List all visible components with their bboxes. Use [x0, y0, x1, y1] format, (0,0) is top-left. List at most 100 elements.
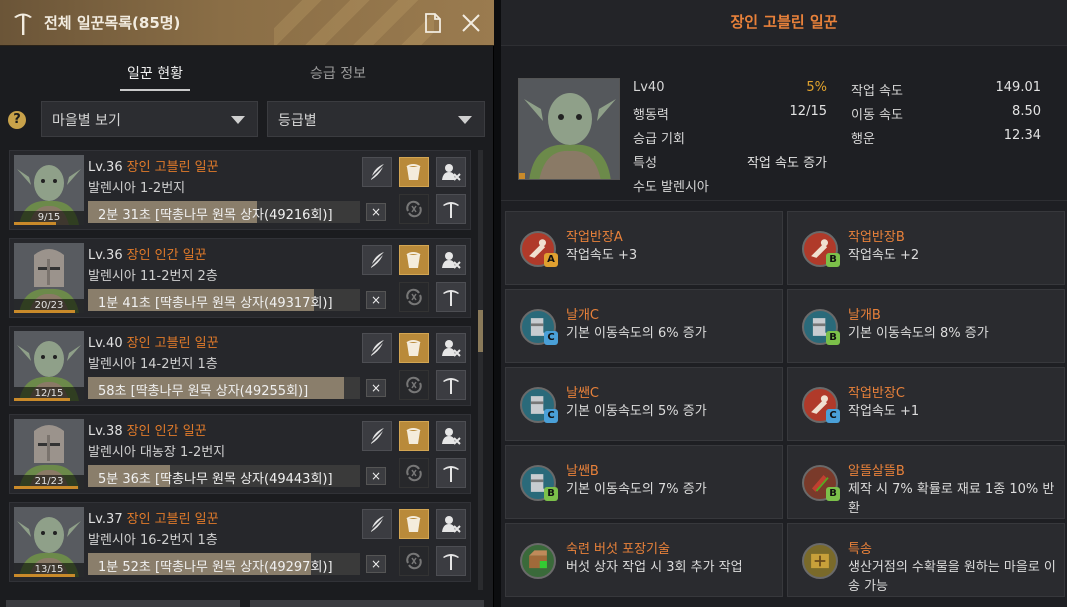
worker-level-line: Lv.40 장인 고블린 일꾼 [88, 332, 219, 351]
worker-level: Lv.38 [88, 424, 123, 439]
cancel-task-button[interactable]: × [366, 379, 386, 397]
grade-marker [519, 173, 525, 179]
skill-name: 날쌘B [566, 464, 599, 479]
worker-card[interactable]: 20/23 Lv.36 장인 인간 일꾼 발렌시아 11-2번지 2층 1분 41초 [… [9, 238, 471, 318]
pointing-hand-icon: B [802, 231, 840, 267]
boot-icon: C [520, 309, 558, 345]
skill-grade-badge: C [544, 331, 558, 345]
skill-name: 날개B [848, 308, 881, 323]
worker-level-line: Lv.36 장인 고블린 일꾼 [88, 156, 219, 175]
goblin-portrait-icon [519, 79, 619, 179]
fire-worker-icon[interactable] [436, 333, 466, 363]
worker-portrait [518, 78, 620, 180]
skill-card[interactable]: B 작업반장B 작업속도 +2 [787, 211, 1065, 285]
fire-worker-icon[interactable] [436, 245, 466, 275]
feed-cup-icon[interactable] [399, 509, 429, 539]
repeat-icon[interactable] [399, 194, 429, 224]
repeat-icon[interactable] [399, 370, 429, 400]
bottom-button-left[interactable] [6, 600, 240, 607]
worker-portrait: 13/15 [14, 507, 84, 577]
stamina-bar [14, 222, 56, 225]
worker-level-line: Lv.37 장인 고블린 일꾼 [88, 508, 219, 527]
luck-value: 12.34 [1003, 128, 1041, 143]
pickaxe-icon[interactable] [436, 282, 466, 312]
stamina-bar [14, 398, 70, 401]
skill-card[interactable]: B 날개B 기본 이동속도의 8% 증가 [787, 289, 1065, 363]
boot-icon: C [520, 387, 558, 423]
level-value: Lv40 [633, 80, 665, 95]
repeat-icon[interactable] [399, 282, 429, 312]
feather-icon[interactable] [362, 157, 392, 187]
worker-level: Lv.36 [88, 248, 123, 263]
skill-description: 생산거점의 수확물을 원하는 마을로 이송 가능 [848, 560, 1056, 594]
worker-location: 발렌시아 16-2번지 1층 [88, 533, 218, 548]
cancel-task-button[interactable]: × [366, 291, 386, 309]
skill-name: 작업반장A [566, 230, 623, 245]
worker-level: Lv.36 [88, 160, 123, 175]
skill-description: 작업속도 +3 [566, 248, 638, 263]
document-icon[interactable] [424, 13, 442, 33]
skill-grade-badge: B [826, 487, 840, 501]
grade-filter-dropdown[interactable]: 등급별 [267, 101, 485, 137]
skill-card[interactable]: C 날쌘C 기본 이동속도의 5% 증가 [505, 367, 783, 441]
skill-card[interactable]: A 작업반장A 작업속도 +3 [505, 211, 783, 285]
feather-icon[interactable] [362, 245, 392, 275]
stamina-bar [14, 486, 78, 489]
worker-card[interactable]: 9/15 Lv.36 장인 고블린 일꾼 발렌시아 1-2번지 2분 31초 [딱총나무… [9, 150, 471, 230]
skill-name: 작업반장C [848, 386, 905, 401]
worker-location: 발렌시아 11-2번지 2층 [88, 269, 218, 284]
feather-icon[interactable] [362, 509, 392, 539]
skill-card[interactable]: C 날개C 기본 이동속도의 6% 증가 [505, 289, 783, 363]
worker-card[interactable]: 21/23 Lv.38 장인 인간 일꾼 발렌시아 대농장 1-2번지 5분 36초 [… [9, 414, 471, 494]
window-title: 전체 일꾼목록(85명) [44, 14, 181, 32]
village-filter-dropdown[interactable]: 마을별 보기 [41, 101, 258, 137]
skill-card[interactable]: 숙련 버섯 포장기술 버섯 상자 작업 시 3회 추가 작업 [505, 523, 783, 597]
skill-card[interactable]: C 작업반장C 작업속도 +1 [787, 367, 1065, 441]
skill-grade-badge: C [544, 409, 558, 423]
task-progress: 1분 52초 [딱총나무 원목 상자(49297회)] [88, 553, 360, 575]
skill-card[interactable]: B 알뜰살뜰B 제작 시 7% 확률로 재료 1종 10% 반환 [787, 445, 1065, 519]
fire-worker-icon[interactable] [436, 157, 466, 187]
skill-name: 날쌘C [566, 386, 599, 401]
skill-grade-badge: A [544, 253, 558, 267]
scrollbar[interactable] [478, 150, 483, 590]
help-icon[interactable]: ? [8, 111, 26, 129]
pickaxe-icon[interactable] [436, 194, 466, 224]
cancel-task-button[interactable]: × [366, 555, 386, 573]
tab-promotion-info[interactable]: 승급 정보 [306, 63, 370, 83]
feed-cup-icon[interactable] [399, 421, 429, 451]
close-icon[interactable] [460, 12, 482, 34]
pickaxe-icon[interactable] [436, 370, 466, 400]
feed-cup-icon[interactable] [399, 157, 429, 187]
skill-name: 특송 [848, 542, 872, 557]
feed-cup-icon[interactable] [399, 245, 429, 275]
bottom-button-right[interactable] [250, 600, 484, 607]
task-text: 2분 31초 [딱총나무 원목 상자(49216회)] [98, 208, 333, 223]
window-header[interactable]: 전체 일꾼목록(85명) [0, 0, 494, 46]
fire-worker-icon[interactable] [436, 509, 466, 539]
cancel-task-button[interactable]: × [366, 203, 386, 221]
home-value: 수도 발렌시아 [633, 180, 709, 195]
feather-icon[interactable] [362, 421, 392, 451]
worker-name: 장인 고블린 일꾼 [126, 336, 219, 351]
worker-card[interactable]: 13/15 Lv.37 장인 고블린 일꾼발렌시아 16-2번지 1층 1분 52초 … [9, 502, 471, 582]
pickaxe-icon[interactable] [436, 458, 466, 488]
scrollbar-thumb[interactable] [478, 310, 483, 352]
fire-worker-icon[interactable] [436, 421, 466, 451]
action-value: 12/15 [789, 104, 827, 119]
pickaxe-icon[interactable] [436, 546, 466, 576]
skill-card[interactable]: B 날쌘B 기본 이동속도의 7% 증가 [505, 445, 783, 519]
feather-icon[interactable] [362, 333, 392, 363]
worker-card[interactable]: 12/15 Lv.40 장인 고블린 일꾼 발렌시아 14-2번지 1층 58초 [딱총… [9, 326, 471, 406]
tab-worker-status[interactable]: 일꾼 현황 [120, 63, 190, 91]
skill-name: 알뜰살뜰B [848, 464, 905, 479]
cancel-task-button[interactable]: × [366, 467, 386, 485]
skill-grade-badge: B [544, 487, 558, 501]
work-speed-label: 작업 속도 [851, 84, 903, 99]
repeat-icon[interactable] [399, 546, 429, 576]
worker-location: 발렌시아 1-2번지 [88, 181, 186, 196]
skill-card[interactable]: 특송생산거점의 수확물을 원하는 마을로 이송 가능 [787, 523, 1065, 597]
repeat-icon[interactable] [399, 458, 429, 488]
feed-cup-icon[interactable] [399, 333, 429, 363]
task-progress: 5분 36초 [딱총나무 원목 상자(49443회)] [88, 465, 360, 487]
